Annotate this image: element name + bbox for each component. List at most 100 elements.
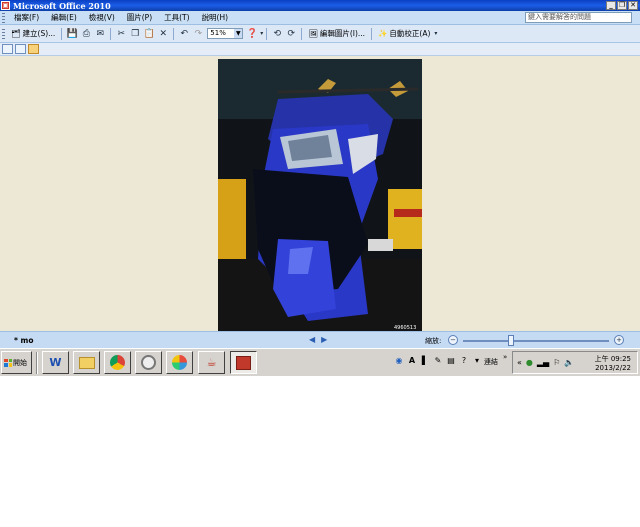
flower-icon — [172, 355, 187, 370]
menu-picture[interactable]: 圖片(P) — [121, 12, 158, 23]
taskbar-word[interactable]: W — [42, 351, 69, 374]
start-button[interactable]: 開始 — [1, 351, 32, 374]
print-icon: ⎙ — [82, 28, 90, 39]
help-question-input[interactable]: 鍵入需要解答的問題 — [525, 12, 632, 23]
menu-view[interactable]: 檢視(V) — [83, 12, 121, 23]
ime-help-icon[interactable]: ? — [459, 355, 469, 365]
taskbar-chrome[interactable] — [104, 351, 131, 374]
picture-navigation: ◀ ▶ — [309, 335, 327, 344]
toolbar-options-icon[interactable]: ▾ — [434, 30, 437, 37]
menu-help[interactable]: 說明(H) — [196, 12, 235, 23]
chevron-down-icon[interactable]: ▾ — [472, 355, 482, 365]
email-button[interactable]: ✉ — [94, 27, 106, 41]
zoom-slider-track[interactable] — [463, 340, 609, 342]
taskbar-speedometer-app[interactable] — [135, 351, 162, 374]
clock-time[interactable]: 上午 09:25 — [595, 354, 631, 364]
copy-icon: ❐ — [131, 28, 140, 39]
toolbar-options-icon[interactable]: ▾ — [260, 30, 263, 37]
show-hidden-icon[interactable]: « — [517, 358, 522, 367]
links-chevron-icon[interactable]: » — [503, 353, 507, 361]
start-label: 開始 — [13, 358, 27, 367]
close-button[interactable]: ✕ — [628, 1, 638, 10]
taskbar-picture-manager[interactable] — [230, 351, 257, 374]
previous-picture-icon[interactable]: ◀ — [309, 335, 315, 344]
shortcut-icon: 🗂 — [11, 29, 21, 38]
chrome-icon — [110, 355, 125, 370]
toolbar-separator — [266, 27, 268, 40]
shortcut-button[interactable]: 🗂 建立(S)... — [8, 28, 58, 39]
title-bar: ▣ Microsoft Office 2010 _ ❐ ✕ — [0, 0, 640, 11]
edit-picture-icon: 🖼 — [308, 29, 318, 38]
scooter-photo[interactable]: 4960513 — [218, 59, 422, 331]
office-icon[interactable]: ▣ — [1, 1, 10, 10]
clock-date[interactable]: 2013/2/22 — [595, 364, 631, 372]
window-controls: _ ❐ ✕ — [606, 1, 638, 10]
edit-pictures-button[interactable]: 🖼 編輯圖片(I)... — [305, 28, 368, 39]
filmstrip-view-icon[interactable] — [15, 44, 26, 54]
toolbar-separator — [61, 27, 63, 40]
ime-pad-icon[interactable]: ✎ — [433, 355, 443, 365]
menu-edit[interactable]: 編輯(E) — [45, 12, 83, 23]
word-icon: W — [49, 356, 62, 369]
email-icon: ✉ — [96, 28, 105, 39]
save-button[interactable]: 💾 — [66, 27, 78, 41]
links-toolbar-label[interactable]: 連結 — [484, 357, 498, 367]
folder-icon — [78, 356, 95, 369]
auto-correct-label: 自動校正(A) — [389, 29, 431, 38]
paste-icon: 📋 — [143, 28, 155, 39]
taskbar-file-explorer[interactable] — [73, 351, 100, 374]
auto-correct-button[interactable]: ✨ 自動校正(A) — [375, 28, 433, 39]
rotate-right-button[interactable]: ⟳ — [285, 27, 297, 41]
signal-icon[interactable]: ▂▄ — [537, 358, 549, 367]
delete-button[interactable]: ✕ — [157, 27, 169, 41]
menu-grip-handle[interactable] — [2, 12, 5, 23]
zoom-dropdown[interactable]: 51% ▼ — [207, 28, 244, 39]
zoom-slider-thumb[interactable] — [508, 335, 514, 346]
copy-button[interactable]: ❐ — [129, 27, 141, 41]
tray-icons: « ● ▂▄ ⚐ 🔈 — [517, 358, 574, 367]
half-width-icon[interactable]: ▌ — [420, 355, 430, 365]
toolbar-separator — [371, 27, 373, 40]
restore-button[interactable]: ❐ — [617, 1, 627, 10]
zoom-out-icon[interactable]: − — [448, 335, 458, 345]
rotate-left-icon: ⟲ — [273, 28, 282, 39]
redo-button[interactable]: ↷ — [192, 27, 204, 41]
rotate-left-button[interactable]: ⟲ — [271, 27, 283, 41]
chevron-down-icon[interactable]: ▼ — [234, 29, 243, 38]
auto-correct-icon: ✨ — [378, 29, 388, 38]
toolbar-separator — [173, 27, 175, 40]
help-icon: ❓ — [246, 28, 258, 39]
font-a-icon[interactable]: A — [407, 355, 417, 365]
help-button[interactable]: ❓ — [246, 27, 258, 41]
undo-button[interactable]: ↶ — [178, 27, 190, 41]
menu-file[interactable]: 檔案(F) — [8, 12, 45, 23]
flag-icon[interactable]: ⚐ — [553, 358, 560, 367]
taskbar-photo-app[interactable] — [166, 351, 193, 374]
zoom-value: 51% — [210, 29, 226, 37]
zoom-in-icon[interactable]: + — [614, 335, 624, 345]
taskbar-java-app[interactable]: ☕ — [198, 351, 225, 374]
ime-icon[interactable]: ◉ — [394, 355, 404, 365]
java-cup-icon: ☕ — [206, 356, 217, 369]
zoom-label: 縮放: — [425, 337, 442, 345]
volume-icon[interactable]: 🔈 — [564, 358, 574, 367]
window-title: Microsoft Office 2010 — [13, 0, 111, 11]
paste-button[interactable]: 📋 — [143, 27, 155, 41]
ime-tools-icon[interactable]: ▤ — [446, 355, 456, 365]
current-filename: * mo — [14, 335, 34, 345]
save-icon: 💾 — [66, 28, 78, 39]
thumbnail-view-icon[interactable] — [2, 44, 13, 54]
edit-pictures-label: 編輯圖片(I)... — [319, 29, 366, 38]
next-picture-icon[interactable]: ▶ — [321, 335, 327, 344]
picture-manager-icon — [236, 355, 251, 370]
security-icon[interactable]: ● — [526, 358, 533, 367]
toolbar-grip-handle[interactable] — [2, 28, 5, 39]
minimize-button[interactable]: _ — [606, 1, 616, 10]
taskbar-separator — [36, 352, 38, 374]
single-picture-view-icon[interactable] — [28, 44, 39, 54]
notification-area: « ● ▂▄ ⚐ 🔈 上午 09:25 2013/2/22 — [512, 351, 638, 374]
menu-tools[interactable]: 工具(T) — [158, 12, 195, 23]
print-button[interactable]: ⎙ — [80, 27, 92, 41]
picture-manager-window: ▣ Microsoft Office 2010 _ ❐ ✕ 檔案(F) 編輯(E… — [0, 0, 640, 376]
cut-button[interactable]: ✂ — [115, 27, 127, 41]
